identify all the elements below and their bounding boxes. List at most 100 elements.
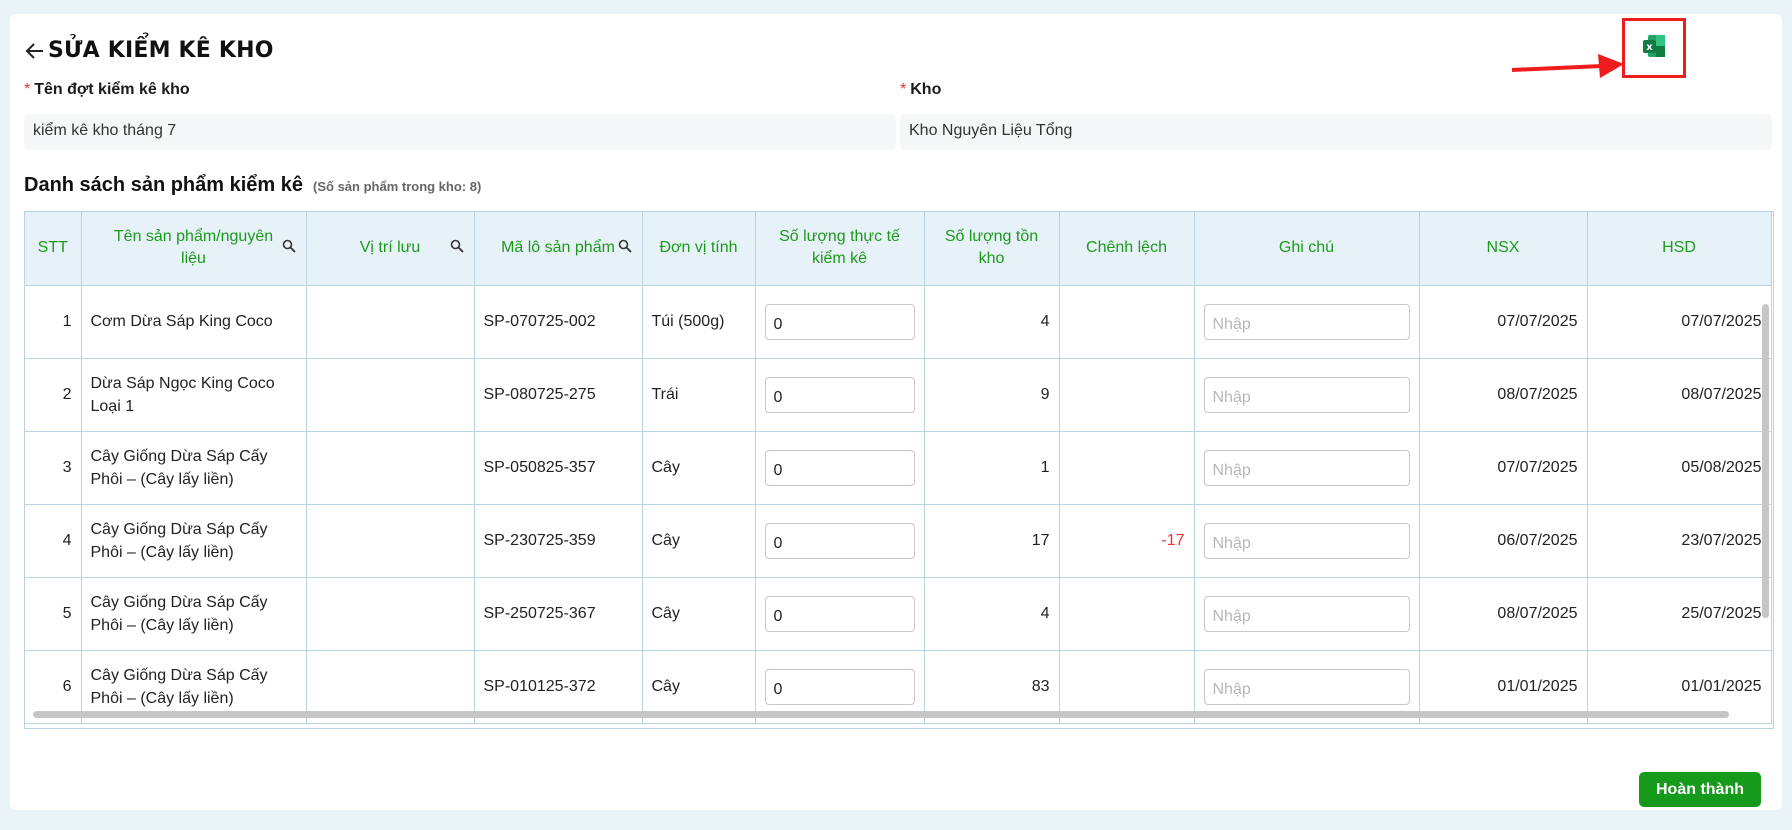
cell-diff: [1059, 285, 1195, 359]
cell-stock: 1: [924, 431, 1060, 505]
cell-unit: Cây: [642, 431, 756, 505]
cell-stock: 17: [924, 504, 1060, 578]
actual-quantity-input[interactable]: 0: [764, 303, 915, 340]
cell-stock: 9: [924, 358, 1060, 432]
cell-lot: SP-080725-275: [474, 358, 643, 432]
cell-lot: SP-050825-357: [474, 431, 643, 505]
section-header: Danh sách sản phẩm kiểm kê (Số sản phẩm …: [24, 174, 481, 197]
col-header-nsx: NSX: [1419, 212, 1588, 286]
cell-diff: [1059, 431, 1195, 505]
search-icon[interactable]: [450, 239, 464, 253]
cell-location: [306, 358, 475, 432]
cell-hsd: 23/07/2025: [1587, 504, 1772, 578]
cell-hsd: 07/07/2025: [1587, 285, 1772, 359]
table-row: 2 Dừa Sáp Ngọc King Coco Loại 1 SP-080725-…: [25, 358, 1772, 432]
cell-diff: -17: [1059, 504, 1195, 578]
name-field[interactable]: kiểm kê kho tháng 7: [24, 114, 896, 150]
cell-stt: 1: [25, 285, 82, 359]
cell-diff: [1059, 577, 1195, 651]
actual-quantity-input[interactable]: 0: [764, 449, 915, 486]
cell-hsd: 08/07/2025: [1587, 358, 1772, 432]
note-input[interactable]: Nhập: [1203, 376, 1410, 413]
cell-name: Cơm Dừa Sáp King Coco: [81, 285, 307, 359]
col-header-actual: Số lượng thực tế kiểm kê: [755, 212, 925, 286]
annotation-arrow: [1511, 54, 1624, 78]
cell-location: [306, 285, 475, 359]
cell-lot: SP-070725-002: [474, 285, 643, 359]
note-input[interactable]: Nhập: [1203, 449, 1410, 486]
inventory-table: STT Tên sản phẩm/nguyên liệu Vị trí lưu …: [24, 211, 1774, 729]
warehouse-field-label: * Kho: [900, 81, 942, 98]
cell-location: [306, 431, 475, 505]
section-subtitle: (Số sản phẩm trong kho: 8): [313, 179, 482, 194]
page-title: SỬA KIỂM KÊ KHO: [48, 38, 274, 63]
cell-stt: 3: [25, 431, 82, 505]
name-field-label: * Tên đợt kiểm kê kho: [24, 81, 190, 98]
cell-nsx: 08/07/2025: [1419, 358, 1588, 432]
cell-actual: 0: [755, 285, 925, 359]
arrow-left-icon[interactable]: [24, 40, 46, 62]
section-title: Danh sách sản phẩm kiểm kê: [24, 174, 304, 196]
col-header-lot: Mã lô sản phẩm: [474, 212, 643, 286]
col-header-note: Ghi chú: [1194, 212, 1420, 286]
main-card: SỬA KIỂM KÊ KHO x * Tên đợt kiểm kê kho k…: [10, 14, 1782, 810]
table-row: 4 Cây Giống Dừa Sáp Cấy Phôi – (Cây lấy l…: [25, 504, 1772, 578]
cell-stock: 4: [924, 285, 1060, 359]
cell-nsx: 07/07/2025: [1419, 431, 1588, 505]
table-header-row: STT Tên sản phẩm/nguyên liệu Vị trí lưu …: [25, 212, 1772, 286]
col-header-unit: Đơn vị tính: [642, 212, 756, 286]
cell-note: Nhập: [1194, 285, 1420, 359]
search-icon[interactable]: [618, 239, 632, 253]
actual-quantity-input[interactable]: 0: [764, 595, 915, 632]
col-header-diff: Chênh lệch: [1059, 212, 1195, 286]
page-header: SỬA KIỂM KÊ KHO: [24, 38, 274, 63]
warehouse-field[interactable]: Kho Nguyên Liệu Tổng: [900, 114, 1772, 150]
cell-note: Nhập: [1194, 358, 1420, 432]
col-header-hsd: HSD: [1587, 212, 1772, 286]
cell-unit: Cây: [642, 504, 756, 578]
complete-button[interactable]: Hoàn thành: [1639, 772, 1761, 807]
search-icon[interactable]: [282, 239, 296, 253]
note-input[interactable]: Nhập: [1203, 595, 1410, 632]
cell-nsx: 08/07/2025: [1419, 577, 1588, 651]
cell-hsd: 05/08/2025: [1587, 431, 1772, 505]
cell-nsx: 07/07/2025: [1419, 285, 1588, 359]
cell-unit: Cây: [642, 577, 756, 651]
actual-quantity-input[interactable]: 0: [764, 376, 915, 413]
cell-actual: 0: [755, 504, 925, 578]
cell-name: Cây Giống Dừa Sáp Cấy Phôi – (Cây lấy li…: [81, 577, 307, 651]
cell-diff: [1059, 358, 1195, 432]
note-input[interactable]: Nhập: [1203, 522, 1410, 559]
table-row: 1 Cơm Dừa Sáp King Coco SP-070725-002 Túi (…: [25, 285, 1772, 359]
annotation-highlight-box: x: [1622, 18, 1686, 78]
cell-stock: 4: [924, 577, 1060, 651]
actual-quantity-input[interactable]: 0: [764, 668, 915, 705]
cell-name: Cây Giống Dừa Sáp Cấy Phôi – (Cây lấy li…: [81, 504, 307, 578]
cell-note: Nhập: [1194, 504, 1420, 578]
table-row: 3 Cây Giống Dừa Sáp Cấy Phôi – (Cây lấy l…: [25, 431, 1772, 505]
note-input[interactable]: Nhập: [1203, 668, 1410, 705]
svg-text:x: x: [1646, 42, 1653, 53]
cell-actual: 0: [755, 358, 925, 432]
cell-location: [306, 577, 475, 651]
vertical-scrollbar[interactable]: [1762, 304, 1769, 618]
note-input[interactable]: Nhập: [1203, 303, 1410, 340]
cell-actual: 0: [755, 431, 925, 505]
cell-stt: 4: [25, 504, 82, 578]
cell-location: [306, 504, 475, 578]
col-header-stock: Số lượng tồn kho: [924, 212, 1060, 286]
cell-note: Nhập: [1194, 431, 1420, 505]
excel-icon[interactable]: x: [1642, 34, 1666, 63]
cell-unit: Trái: [642, 358, 756, 432]
cell-hsd: 25/07/2025: [1587, 577, 1772, 651]
cell-actual: 0: [755, 577, 925, 651]
actual-quantity-input[interactable]: 0: [764, 522, 915, 559]
cell-nsx: 06/07/2025: [1419, 504, 1588, 578]
cell-unit: Túi (500g): [642, 285, 756, 359]
table-row: 5 Cây Giống Dừa Sáp Cấy Phôi – (Cây lấy l…: [25, 577, 1772, 651]
cell-lot: SP-250725-367: [474, 577, 643, 651]
cell-note: Nhập: [1194, 577, 1420, 651]
col-header-location: Vị trí lưu: [306, 212, 475, 286]
cell-name: Dừa Sáp Ngọc King Coco Loại 1: [81, 358, 307, 432]
horizontal-scrollbar[interactable]: [33, 711, 1729, 718]
